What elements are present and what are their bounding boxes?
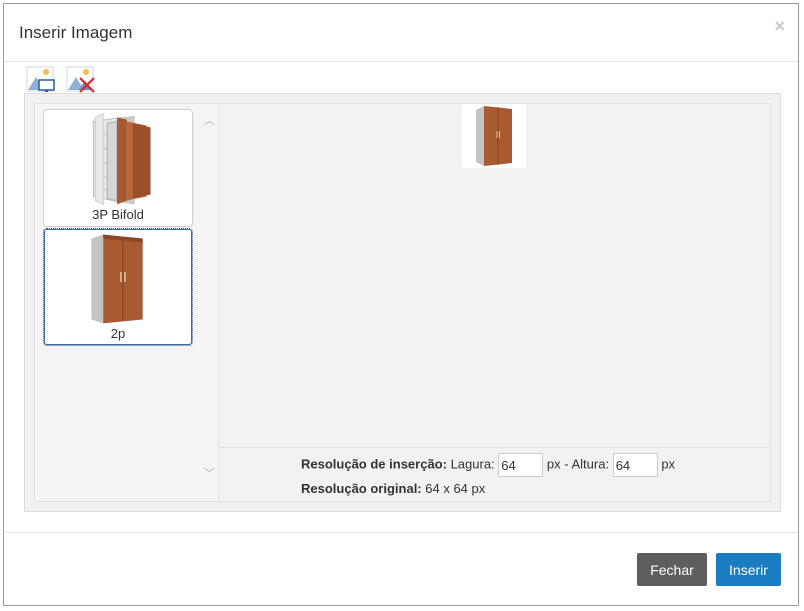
width-input[interactable] [498,453,544,477]
insert-resolution-label: Resolução de inserção: [301,456,447,472]
height-label: px - Altura: [546,456,610,472]
original-resolution-value: 64 x 64 px [425,481,486,496]
dialog-footer: Fechar Inserir [4,532,798,606]
image-panel: 3P Bifold 2p ︿ ﹀ Resolução de inserção: … [24,93,781,512]
insert-resolution-row: Resolução de inserção: Lagura: px - Altu… [301,453,675,477]
wardrobe-3p-bifold-image [92,113,151,205]
image-item-label: 2p [110,326,126,341]
insert-button[interactable]: Inserir [716,553,781,586]
insert-image-icon [26,66,55,92]
insert-image-button[interactable] [26,63,56,93]
original-resolution-label: Resolução original: [301,481,422,496]
remove-image-button[interactable] [66,63,96,93]
width-label: Lagura: [450,456,495,472]
wardrobe-preview-image [476,106,512,166]
image-toolbar [24,61,780,94]
close-icon[interactable]: × [774,17,785,35]
image-list: 3P Bifold 2p ︿ ﹀ [34,103,219,502]
preview-image [462,104,526,168]
resolution-section: Resolução de inserção: Lagura: px - Altu… [219,447,770,502]
dialog-header: Inserir Imagem × [4,4,798,62]
scroll-up-icon[interactable]: ︿ [201,113,218,129]
image-item-label: 3P Bifold [92,207,144,222]
remove-image-icon [66,66,95,93]
wardrobe-2p-image [91,234,143,324]
close-button[interactable]: Fechar [637,553,707,586]
scroll-down-icon[interactable]: ﹀ [201,466,218,482]
image-preview: Resolução de inserção: Lagura: px - Altu… [218,103,771,502]
image-item-2p[interactable]: 2p [43,228,193,346]
unit-label: px [661,456,676,472]
original-resolution-row: Resolução original: 64 x 64 px [301,481,485,496]
dialog-title: Inserir Imagem [19,23,133,42]
height-input[interactable] [612,453,658,477]
image-list-scrollbar[interactable]: ︿ ﹀ [201,104,218,501]
insert-image-dialog: Inserir Imagem × 3P Bifold 2p ︿ ﹀ Resolu… [3,3,799,606]
image-item-3p-bifold[interactable]: 3P Bifold [43,109,193,227]
